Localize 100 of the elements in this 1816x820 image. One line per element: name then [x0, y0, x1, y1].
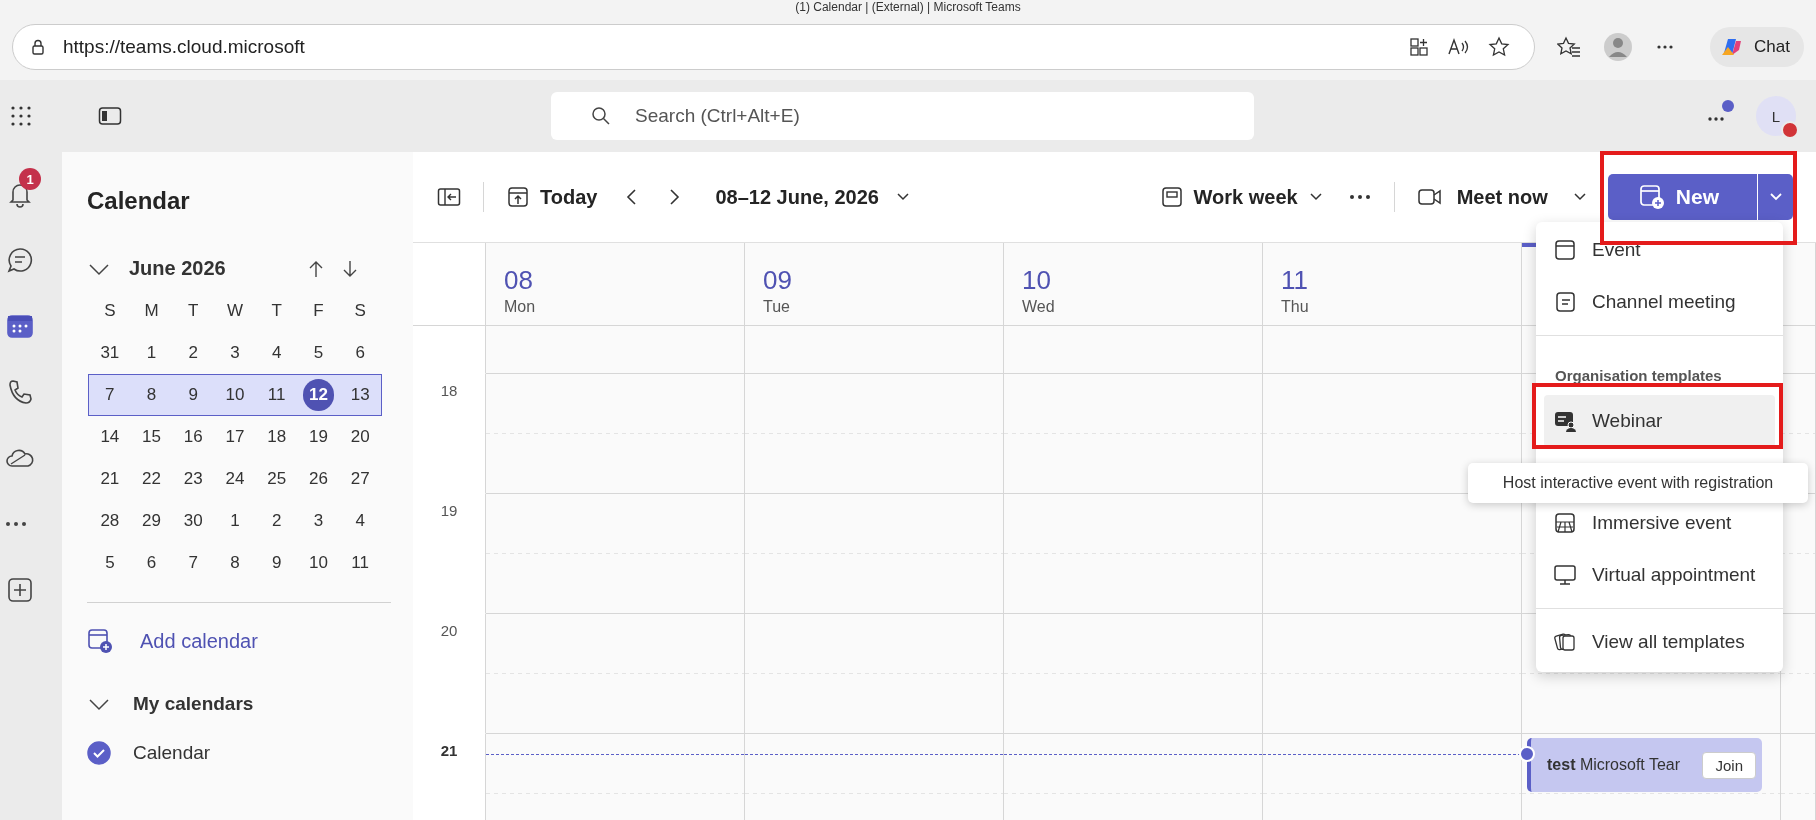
- app-launcher-icon[interactable]: [10, 105, 32, 127]
- menu-item[interactable]: View all templates: [1536, 616, 1775, 668]
- next-icon[interactable]: [667, 187, 682, 207]
- menu-item[interactable]: Channel meeting: [1536, 276, 1775, 328]
- weekday-label: T: [270, 300, 283, 322]
- calendar-day[interactable]: 15: [130, 421, 173, 453]
- more-icon[interactable]: [1347, 193, 1372, 201]
- hour-label: 21: [439, 742, 459, 759]
- calendar-day[interactable]: 8: [130, 379, 173, 411]
- day-number: 09: [763, 265, 793, 296]
- calendar-day[interactable]: 5: [297, 337, 340, 369]
- calendar-day[interactable]: 10: [297, 547, 340, 579]
- menu-item[interactable]: Webinar: [1544, 395, 1775, 447]
- profile-icon[interactable]: [1603, 32, 1633, 62]
- calendar-day[interactable]: 11: [339, 547, 382, 579]
- sidebar-toggle-icon[interactable]: [98, 106, 122, 126]
- date-range-button[interactable]: 08–12 June, 2026: [715, 185, 911, 209]
- plus-icon: [5, 575, 35, 605]
- calendar-day[interactable]: 31: [89, 337, 131, 369]
- collapse-panel-icon[interactable]: [437, 187, 461, 207]
- meet-now-button[interactable]: Meet now: [1416, 185, 1548, 209]
- view-dropdown[interactable]: Work week: [1159, 185, 1324, 209]
- down-arrow-icon[interactable]: [342, 259, 358, 278]
- day-header[interactable]: 10 Wed: [1004, 243, 1263, 326]
- calendar-day[interactable]: 4: [255, 337, 298, 369]
- menu-item[interactable]: Event: [1536, 224, 1775, 276]
- calendar-day[interactable]: 28: [89, 505, 131, 537]
- apps-icon[interactable]: [1408, 36, 1430, 58]
- calendar-day[interactable]: 26: [297, 463, 340, 495]
- address-bar[interactable]: https://teams.cloud.microsoft: [12, 24, 1535, 70]
- day-header[interactable]: 11 Thu: [1263, 243, 1522, 326]
- weekday-label: S: [103, 300, 117, 322]
- calendar-day[interactable]: 1: [214, 505, 256, 537]
- calendar-day[interactable]: 9: [172, 379, 215, 411]
- calendar-day[interactable]: 18: [255, 421, 298, 453]
- calendar-day[interactable]: 1: [130, 337, 173, 369]
- event-block[interactable]: test Microsoft Tear Join: [1527, 738, 1762, 792]
- calendar-day[interactable]: 12: [302, 379, 335, 411]
- rail-item[interactable]: 1: [5, 168, 57, 220]
- section-heading[interactable]: My calendars: [133, 693, 254, 715]
- calendar-day[interactable]: 11: [255, 379, 298, 411]
- calendar-day[interactable]: 19: [297, 421, 340, 453]
- weekday-label: T: [187, 300, 200, 322]
- chevron-icon[interactable]: [87, 696, 111, 712]
- dropdown-button[interactable]: [1757, 174, 1793, 220]
- sidebar-title: Calendar: [87, 187, 191, 215]
- favorites-icon[interactable]: [1557, 36, 1581, 58]
- calendar-day[interactable]: 25: [255, 463, 298, 495]
- calendar-day[interactable]: 27: [339, 463, 382, 495]
- search-field[interactable]: Search (Ctrl+Alt+E): [551, 92, 1254, 140]
- url-text: https://teams.cloud.microsoft: [63, 36, 305, 58]
- calendar-day[interactable]: 20: [339, 421, 382, 453]
- calendar-day[interactable]: 10: [214, 379, 256, 411]
- calendar-day[interactable]: 6: [130, 547, 173, 579]
- add-calendar-link[interactable]: Add calendar: [140, 629, 258, 653]
- up-arrow-icon[interactable]: [308, 259, 324, 278]
- calendar-day[interactable]: 24: [214, 463, 256, 495]
- calendar-day[interactable]: 3: [297, 505, 340, 537]
- calendar-day[interactable]: 16: [172, 421, 215, 453]
- theater-icon: [1553, 511, 1577, 535]
- calendar-day[interactable]: 14: [89, 421, 131, 453]
- user-avatar[interactable]: L: [1756, 96, 1796, 136]
- time-slot[interactable]: test Microsoft Tear Join: [1522, 734, 1781, 820]
- day-header[interactable]: 08 Mon: [486, 243, 745, 326]
- stack-icon: [1553, 630, 1577, 654]
- window-title: (1) Calendar | (External) | Microsoft Teams: [795, 0, 1021, 14]
- calendar-day[interactable]: 29: [130, 505, 173, 537]
- calendar-day[interactable]: 6: [339, 337, 382, 369]
- star-icon[interactable]: [1488, 36, 1510, 58]
- calendar-day[interactable]: 7: [172, 547, 215, 579]
- new-button[interactable]: New: [1607, 174, 1757, 220]
- day-number: 11: [1281, 265, 1309, 296]
- calendar-day[interactable]: 23: [172, 463, 215, 495]
- day-header[interactable]: 09 Tue: [745, 243, 1004, 326]
- join-button[interactable]: Join: [1702, 751, 1756, 779]
- calendar-day[interactable]: 3: [214, 337, 256, 369]
- copilot-chat-button[interactable]: Chat: [1710, 27, 1804, 67]
- chevron-icon: [1767, 191, 1784, 203]
- calendar-day[interactable]: 8: [214, 547, 256, 579]
- monitor-icon: [1553, 563, 1577, 587]
- chevron-icon: [1307, 191, 1324, 203]
- calendar-day[interactable]: 2: [255, 505, 298, 537]
- menu-item[interactable]: Virtual appointment: [1536, 549, 1775, 601]
- calendar-day[interactable]: 2: [172, 337, 215, 369]
- calendar-day[interactable]: 4: [339, 505, 382, 537]
- calendar-day[interactable]: 7: [89, 379, 131, 411]
- calendar-day[interactable]: 5: [89, 547, 131, 579]
- calendar-day[interactable]: 17: [214, 421, 256, 453]
- today-button[interactable]: Today: [506, 185, 598, 209]
- calendar-day[interactable]: 30: [172, 505, 215, 537]
- hour-label: 20: [439, 622, 459, 639]
- calendar-day[interactable]: 9: [255, 547, 298, 579]
- presence-dot: [1781, 121, 1799, 139]
- chevron-icon[interactable]: [1571, 191, 1588, 203]
- checkbox[interactable]: [87, 741, 111, 765]
- event-title: test Microsoft Tear: [1547, 756, 1682, 774]
- layout-icon: [1159, 185, 1184, 209]
- calendar-day[interactable]: 21: [89, 463, 131, 495]
- calendar-day[interactable]: 13: [339, 379, 381, 411]
- calendar-day[interactable]: 22: [130, 463, 173, 495]
